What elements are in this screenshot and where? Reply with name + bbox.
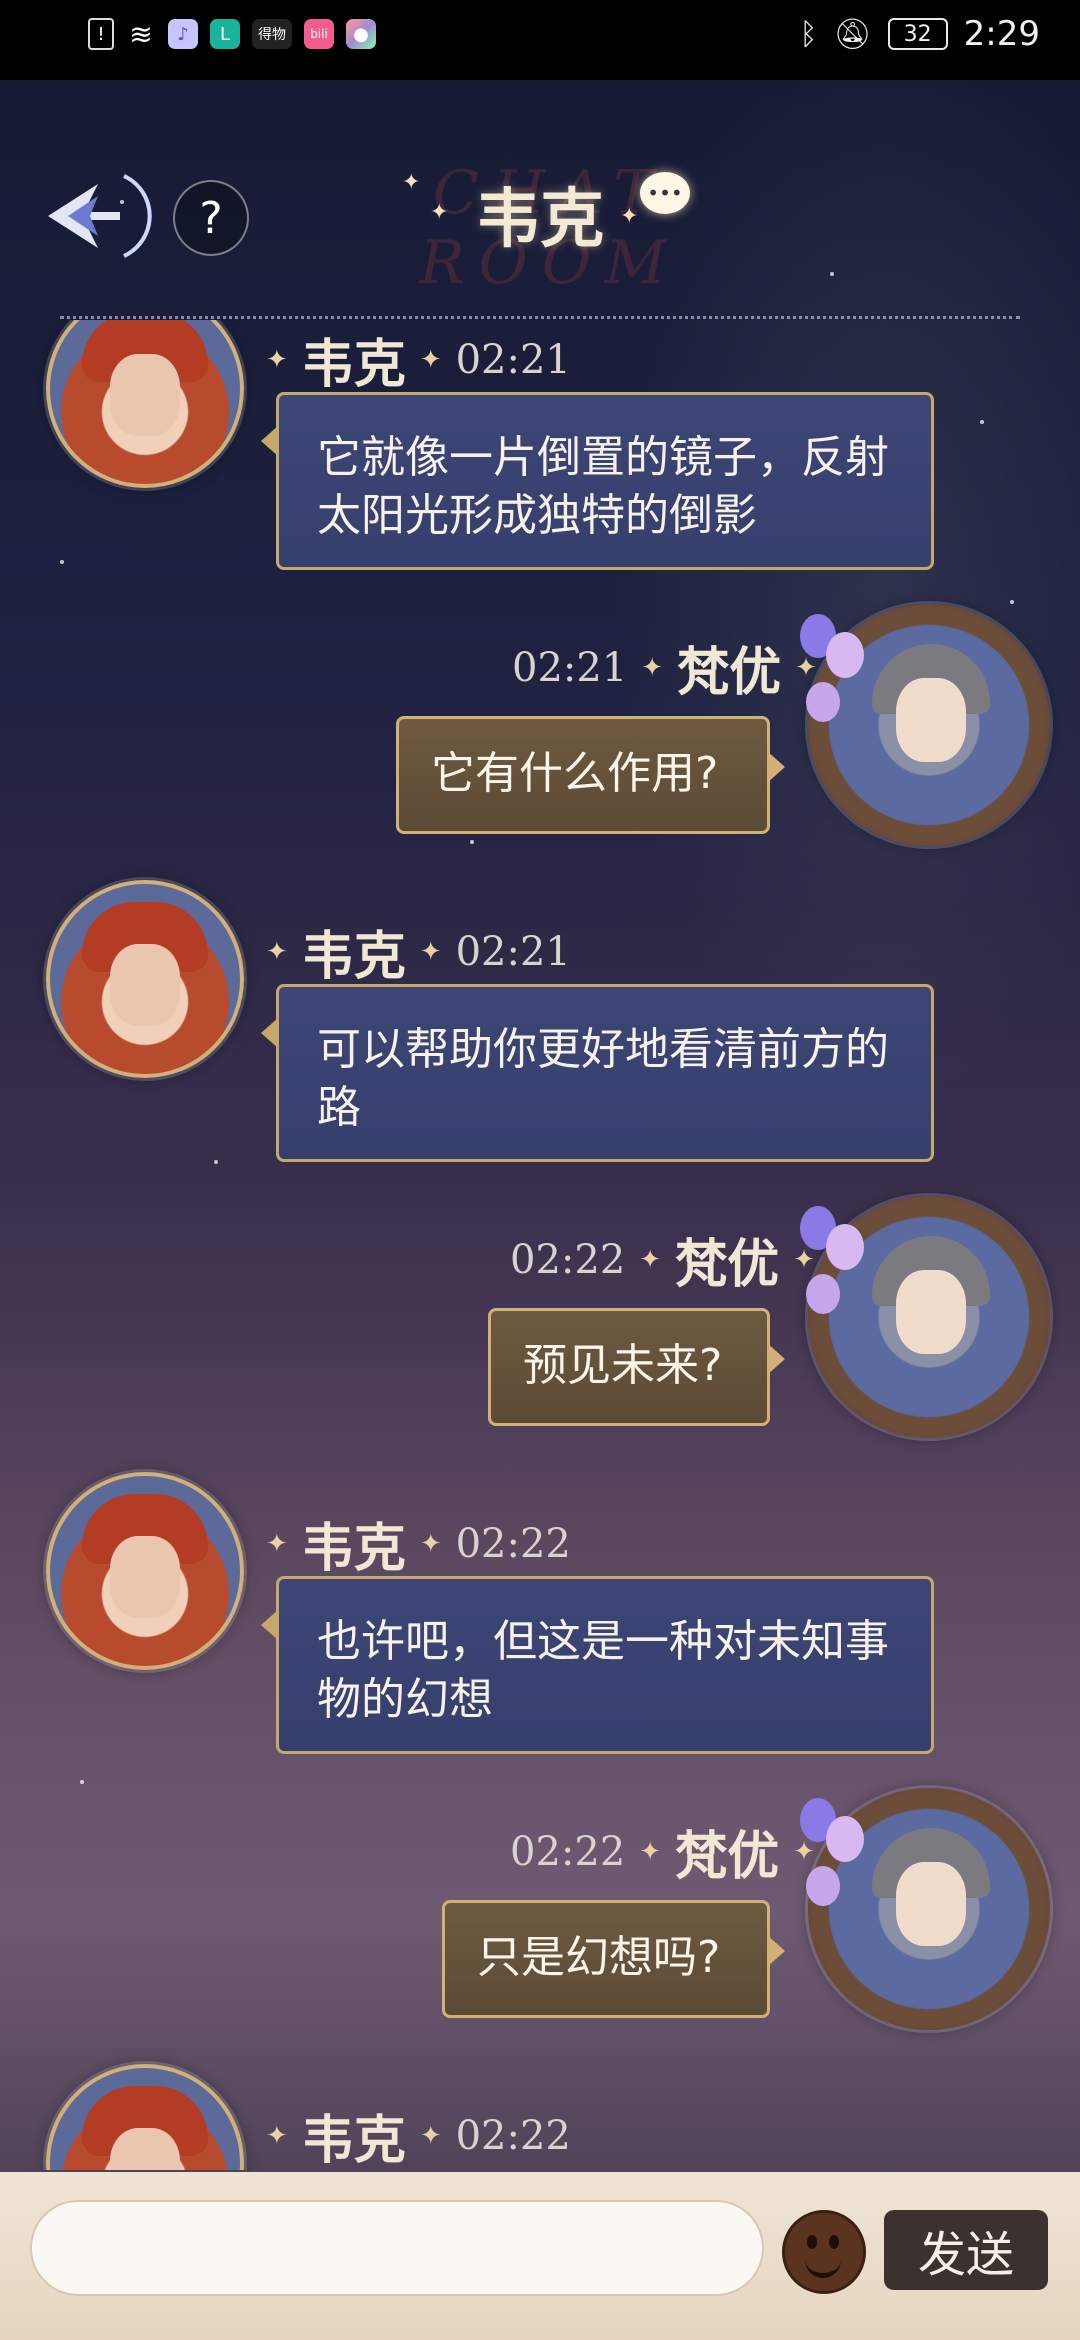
- sparkle-icon: ✦: [620, 204, 639, 229]
- diamond-icon: ✦: [793, 1244, 815, 1275]
- sender-name: 韦克: [301, 1519, 406, 1579]
- header-divider: [60, 316, 1020, 319]
- emoji-icon: [807, 2235, 817, 2249]
- diamond-icon: ✦: [266, 344, 288, 375]
- bilibili-app-icon: bili: [304, 19, 334, 49]
- sender-line: ✦ 韦克 ✦ 02:22: [266, 1506, 571, 1581]
- sender-name: 梵优: [677, 643, 782, 703]
- diamond-icon: ✦: [266, 1528, 288, 1559]
- sender-line: 02:22 ✦ 梵优 ✦: [510, 1222, 815, 1297]
- chat-bubble-icon: •••: [640, 172, 690, 214]
- emoji-button[interactable]: [782, 2210, 866, 2294]
- music-app-icon: ♪: [168, 19, 198, 49]
- message-time: 02:21: [455, 928, 571, 975]
- sender-line: 02:21 ✦ 梵优 ✦: [512, 630, 817, 705]
- sender-name: 韦克: [301, 335, 406, 395]
- diamond-icon: ✦: [266, 936, 288, 967]
- message-bubble-incoming[interactable]: 可以帮助你更好地看清前方的 路: [261, 984, 934, 1162]
- send-button[interactable]: 发送: [884, 2210, 1048, 2290]
- sender-name: 韦克: [301, 927, 406, 987]
- sparkle-icon: ✦: [402, 170, 421, 195]
- diamond-icon: ✦: [639, 1836, 662, 1867]
- battery-indicator: 32: [887, 18, 948, 50]
- message-bubble-incoming[interactable]: 也许吧，但这是一种对未知事 物的幻想: [261, 1576, 934, 1754]
- avatar-wake[interactable]: [46, 2064, 244, 2170]
- balloon-decoration: [826, 1816, 864, 1862]
- sender-name: 韦克: [301, 2111, 406, 2170]
- message-time: 02:21: [455, 336, 571, 383]
- sender-line: 02:22 ✦ 梵优 ✦: [510, 1814, 815, 1889]
- diamond-icon: ✦: [419, 936, 442, 967]
- message-time: 02:22: [510, 1828, 626, 1875]
- sender-line: ✦ 韦克 ✦ 02:21: [266, 914, 571, 989]
- balloon-decoration: [806, 682, 840, 722]
- status-right: ᛒ 🔕︎ 32 2:29: [800, 14, 1040, 54]
- message-bubble-outgoing[interactable]: 预见未来?: [488, 1308, 785, 1426]
- avatar-wake[interactable]: [46, 880, 244, 1078]
- mute-icon: 🔕︎: [833, 16, 872, 52]
- diamond-icon: ✦: [419, 2120, 442, 2151]
- sender-line: ✦ 韦克 ✦ 02:22: [266, 2098, 571, 2170]
- alert-icon: !: [88, 18, 114, 50]
- diamond-icon: ✦: [639, 1244, 662, 1275]
- status-left-icons: ! ≋ ♪ L 得物 bili ●: [88, 17, 376, 51]
- message-time: 02:22: [455, 1520, 571, 1567]
- app-l-icon: L: [210, 19, 240, 49]
- balloon-decoration: [826, 1224, 864, 1270]
- bluetooth-icon: ᛒ: [799, 16, 818, 52]
- diamond-icon: ✦: [266, 2120, 288, 2151]
- wifi-icon: ≋: [129, 17, 153, 51]
- avatar-wake[interactable]: [46, 320, 244, 488]
- balloon-decoration: [806, 1274, 840, 1314]
- message-bubble-incoming[interactable]: 它就像一片倒置的镜子，反射 太阳光形成独特的倒影: [261, 392, 934, 570]
- balloon-decoration: [806, 1866, 840, 1906]
- diamond-icon: ✦: [419, 1528, 442, 1559]
- sender-name: 梵优: [675, 1827, 780, 1887]
- message-list[interactable]: ✦ 韦克 ✦ 02:21 它就像一片倒置的镜子，反射 太阳光形成独特的倒影 02…: [0, 320, 1080, 2170]
- message-time: 02:22: [510, 1236, 626, 1283]
- app-colorful-icon: ●: [346, 19, 376, 49]
- sender-name: 梵优: [675, 1235, 780, 1295]
- message-bubble-outgoing[interactable]: 只是幻想吗?: [442, 1900, 785, 2018]
- diamond-icon: ✦: [419, 344, 442, 375]
- status-bar: ! ≋ ♪ L 得物 bili ● ᛒ 🔕︎ 32 2:29: [0, 0, 1080, 80]
- help-button[interactable]: ?: [173, 180, 249, 256]
- back-arrow-icon[interactable]: [28, 166, 158, 266]
- avatar-wake[interactable]: [46, 1472, 244, 1670]
- message-bubble-outgoing[interactable]: 它有什么作用?: [396, 716, 785, 834]
- dewu-app-icon: 得物: [252, 19, 292, 49]
- message-input[interactable]: [30, 2200, 764, 2296]
- input-bar: 发送: [0, 2172, 1080, 2340]
- message-time: 02:21: [512, 644, 628, 691]
- diamond-icon: ✦: [641, 652, 664, 683]
- balloon-decoration: [826, 632, 864, 678]
- sender-line: ✦ 韦克 ✦ 02:21: [266, 322, 571, 397]
- message-time: 02:22: [455, 2112, 571, 2159]
- diamond-icon: ✦: [793, 1836, 815, 1867]
- clock: 2:29: [963, 14, 1040, 54]
